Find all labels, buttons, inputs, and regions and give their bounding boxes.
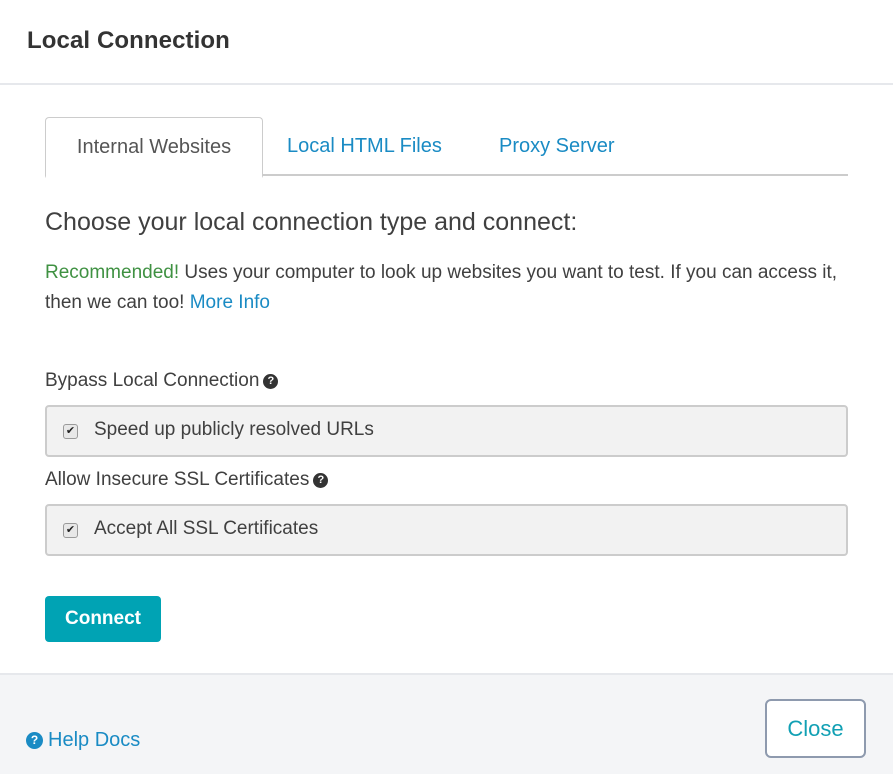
tab-local-html-files[interactable]: Local HTML Files xyxy=(287,117,442,176)
recommended-label: Recommended! xyxy=(45,262,180,283)
question-circle-icon: ? xyxy=(26,732,43,749)
accept-ssl-label[interactable]: Accept All SSL Certificates xyxy=(94,518,318,540)
section-heading: Choose your local connection type and co… xyxy=(45,208,578,236)
close-button[interactable]: Close xyxy=(765,699,866,758)
question-circle-icon[interactable]: ? xyxy=(313,473,329,488)
bypass-option-box: ✔ Speed up publicly resolved URLs xyxy=(45,405,848,457)
modal-title: Local Connection xyxy=(27,27,230,54)
tab-bar: Internal Websites Local HTML Files Proxy… xyxy=(45,117,848,178)
bypass-local-connection-label: Bypass Local Connection? xyxy=(45,370,279,392)
allow-insecure-ssl-label: Allow Insecure SSL Certificates? xyxy=(45,469,329,491)
help-docs-link[interactable]: ? Help Docs xyxy=(26,729,140,752)
accept-ssl-checkbox[interactable]: ✔ xyxy=(63,523,78,538)
speed-up-urls-label[interactable]: Speed up publicly resolved URLs xyxy=(94,419,374,441)
bypass-label-text: Bypass Local Connection xyxy=(45,370,260,391)
speed-up-urls-checkbox[interactable]: ✔ xyxy=(63,424,78,439)
more-info-link[interactable]: More Info xyxy=(190,292,270,313)
ssl-option-box: ✔ Accept All SSL Certificates xyxy=(45,504,848,556)
question-circle-icon[interactable]: ? xyxy=(263,374,279,389)
modal-header: Local Connection xyxy=(0,0,893,85)
modal-footer: ? Help Docs Close xyxy=(0,673,893,774)
help-docs-label: Help Docs xyxy=(48,729,141,751)
description: Recommended! Uses your computer to look … xyxy=(45,258,845,318)
connect-button[interactable]: Connect xyxy=(45,596,161,642)
tab-proxy-server[interactable]: Proxy Server xyxy=(499,117,615,176)
ssl-label-text: Allow Insecure SSL Certificates xyxy=(45,469,310,490)
tab-internal-websites[interactable]: Internal Websites xyxy=(45,117,263,178)
